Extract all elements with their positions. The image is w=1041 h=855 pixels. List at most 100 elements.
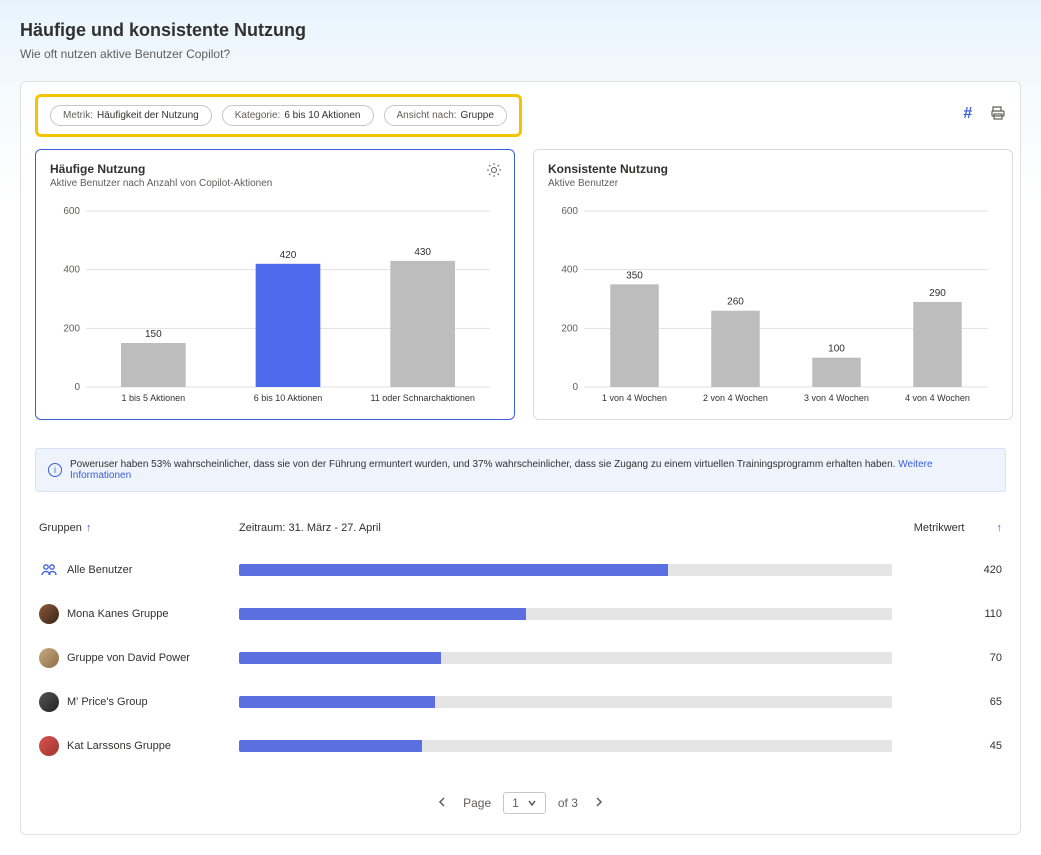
metric-value: 65: [922, 696, 1002, 708]
svg-text:0: 0: [74, 382, 80, 393]
svg-text:600: 600: [63, 206, 80, 217]
filter-category-value: 6 bis 10 Aktionen: [284, 110, 360, 121]
svg-text:100: 100: [828, 344, 845, 355]
avatar: [39, 604, 59, 624]
svg-text:420: 420: [280, 250, 297, 261]
bar-fill: [239, 564, 668, 576]
svg-text:1 bis 5 Aktionen: 1 bis 5 Aktionen: [122, 393, 186, 403]
insight-banner: i Poweruser haben 53% wahrscheinlicher, …: [35, 448, 1006, 492]
svg-text:200: 200: [561, 323, 578, 334]
table-row[interactable]: M' Price's Group 65: [35, 680, 1006, 724]
chart2-body: 02004006003501 von 4 Wochen2602 von 4 Wo…: [548, 201, 998, 411]
chart1-subtitle: Aktive Benutzer nach Anzahl von Copilot-…: [50, 178, 500, 189]
filter-category[interactable]: Kategorie: 6 bis 10 Aktionen: [222, 105, 374, 126]
svg-text:400: 400: [561, 265, 578, 276]
page-label: Page: [463, 796, 491, 810]
page-title: Häufige und konsistente Nutzung: [20, 20, 1021, 41]
sort-arrow-icon: ↑: [86, 522, 92, 534]
filters-highlight: Metrik: Häufigkeit der Nutzung Kategorie…: [35, 94, 522, 137]
table-row[interactable]: Gruppe von David Power 70: [35, 636, 1006, 680]
filter-metric-label: Metrik:: [63, 110, 93, 121]
chart2-title: Konsistente Nutzung: [548, 162, 998, 176]
col-metric-label: Metrikwert: [914, 522, 965, 534]
avatar: [39, 736, 59, 756]
svg-text:2 von 4 Wochen: 2 von 4 Wochen: [703, 393, 768, 403]
groups-table: Gruppen ↑ Zeitraum: 31. März - 27. April…: [35, 522, 1006, 768]
bar-fill: [239, 608, 526, 620]
group-name: M' Price's Group: [67, 696, 148, 708]
table-row[interactable]: Mona Kanes Gruppe 110: [35, 592, 1006, 636]
chart1-title: Häufige Nutzung: [50, 162, 500, 176]
table-header: Gruppen ↑ Zeitraum: 31. März - 27. April…: [35, 522, 1006, 548]
insight-text: Poweruser haben 53% wahrscheinlicher, da…: [70, 459, 895, 470]
hash-icon[interactable]: #: [963, 105, 972, 126]
filter-metric[interactable]: Metrik: Häufigkeit der Nutzung: [50, 105, 212, 126]
metric-value: 420: [922, 564, 1002, 576]
filter-viewby[interactable]: Ansicht nach: Gruppe: [384, 105, 507, 126]
charts-row: Häufige Nutzung Aktive Benutzer nach Anz…: [35, 149, 1006, 420]
bar-track: [239, 608, 892, 620]
page-current: 1: [512, 796, 519, 810]
svg-text:6 bis 10 Aktionen: 6 bis 10 Aktionen: [254, 393, 323, 403]
svg-text:200: 200: [63, 323, 80, 334]
svg-text:3 von 4 Wochen: 3 von 4 Wochen: [804, 393, 869, 403]
col-timeframe-label: Zeitraum: 31. März - 27. April: [239, 522, 381, 534]
metric-value: 45: [922, 740, 1002, 752]
page-of-label: of: [558, 796, 568, 810]
bar-cell: [239, 740, 922, 752]
col-metric-header[interactable]: Metrikwert ↑: [922, 522, 1002, 534]
info-icon: i: [48, 463, 62, 477]
bar-fill: [239, 696, 435, 708]
group-cell: Mona Kanes Gruppe: [39, 604, 239, 624]
bar-cell: [239, 564, 922, 576]
chart-consistent-usage[interactable]: Konsistente Nutzung Aktive Benutzer 0200…: [533, 149, 1013, 420]
svg-text:1 von 4 Wochen: 1 von 4 Wochen: [602, 393, 667, 403]
all-users-icon: [39, 560, 59, 580]
bar-fill: [239, 652, 441, 664]
export-icon[interactable]: [990, 105, 1006, 126]
col-group-label: Gruppen: [39, 522, 82, 534]
filters-row: Metrik: Häufigkeit der Nutzung Kategorie…: [35, 94, 1006, 137]
svg-text:11 oder Schnarchaktionen: 11 oder Schnarchaktionen: [370, 393, 474, 403]
svg-text:430: 430: [414, 247, 431, 258]
page-prev-button[interactable]: [433, 792, 451, 814]
chart1-body: 0 200 400 600 150 1 bis 5 Aktionen 420 6 bis 10…: [50, 201, 500, 411]
table-row[interactable]: Kat Larssons Gruppe 45: [35, 724, 1006, 768]
filter-viewby-label: Ansicht nach:: [397, 110, 457, 121]
avatar: [39, 692, 59, 712]
group-name: Kat Larssons Gruppe: [67, 740, 171, 752]
filter-metric-value: Häufigkeit der Nutzung: [97, 110, 199, 121]
col-timeframe-header: Zeitraum: 31. März - 27. April: [239, 522, 922, 534]
bar-cell: [239, 696, 922, 708]
filter-category-label: Kategorie:: [235, 110, 281, 121]
col-group-header[interactable]: Gruppen ↑: [39, 522, 239, 534]
group-cell: Gruppe von David Power: [39, 648, 239, 668]
svg-text:4 von 4 Wochen: 4 von 4 Wochen: [905, 393, 970, 403]
chevron-down-icon: [527, 798, 537, 808]
bar-track: [239, 564, 892, 576]
table-row[interactable]: Alle Benutzer 420: [35, 548, 1006, 592]
metric-value: 110: [922, 608, 1002, 620]
chart-frequent-usage[interactable]: Häufige Nutzung Aktive Benutzer nach Anz…: [35, 149, 515, 420]
svg-text:350: 350: [626, 270, 643, 281]
main-card: Metrik: Häufigkeit der Nutzung Kategorie…: [20, 81, 1021, 835]
svg-text:600: 600: [561, 206, 578, 217]
group-cell: Kat Larssons Gruppe: [39, 736, 239, 756]
svg-text:150: 150: [145, 329, 162, 340]
action-icons: #: [963, 105, 1006, 126]
group-name: Gruppe von David Power: [67, 652, 190, 664]
bar-cell: [239, 608, 922, 620]
svg-text:400: 400: [63, 265, 80, 276]
gear-icon[interactable]: [486, 162, 502, 183]
metric-value: 70: [922, 652, 1002, 664]
page-next-button[interactable]: [590, 792, 608, 814]
page-select[interactable]: 1: [503, 792, 546, 814]
bar-track: [239, 696, 892, 708]
bar-cell: [239, 652, 922, 664]
bar-track: [239, 740, 892, 752]
group-name: Alle Benutzer: [67, 564, 132, 576]
bar-track: [239, 652, 892, 664]
avatar: [39, 648, 59, 668]
filter-viewby-value: Gruppe: [461, 110, 494, 121]
chart2-subtitle: Aktive Benutzer: [548, 178, 998, 189]
